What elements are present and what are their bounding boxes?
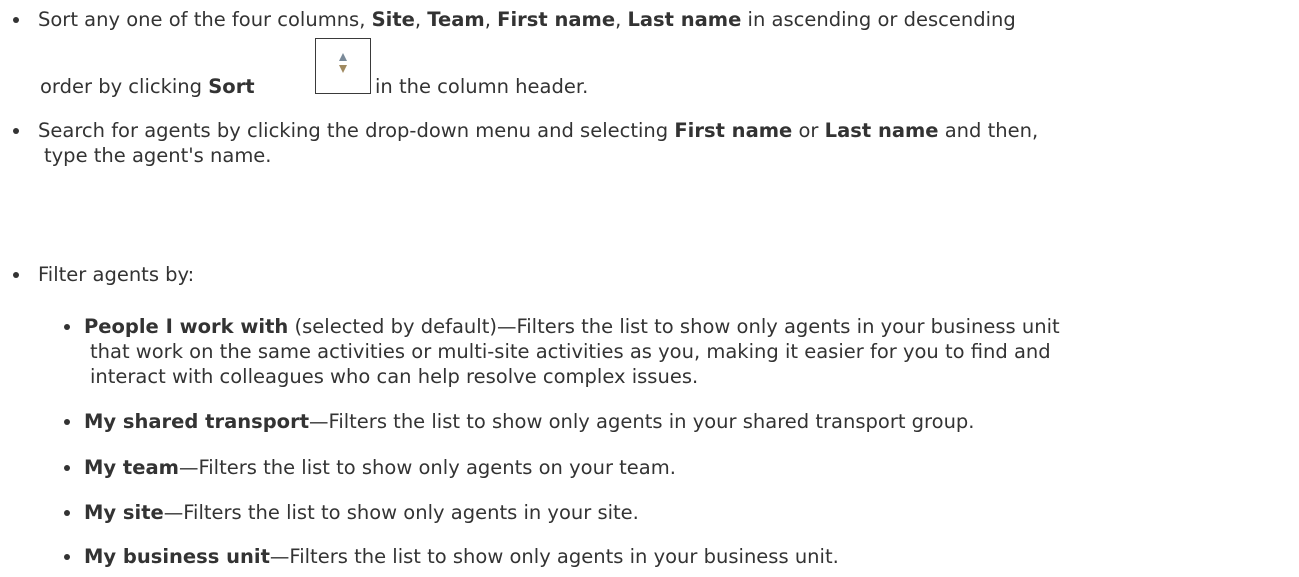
- text: ,: [615, 8, 628, 31]
- text: —Filters the list to show only agents in…: [269, 545, 839, 568]
- text: —Filters the list to show only agents in…: [163, 501, 639, 524]
- sort-instruction-line-2-end: in the column header.: [375, 74, 588, 100]
- sort-button-illustration: [315, 38, 371, 94]
- filter-option-name: My team: [84, 456, 179, 479]
- filter-intro: Filter agents by:: [38, 262, 194, 288]
- text: that work on the same activities or mult…: [90, 340, 1051, 363]
- filter-option-my-site: My site—Filters the list to show only ag…: [84, 500, 639, 526]
- filter-option-people-i-work-with: People I work with (selected by default)…: [84, 314, 1060, 340]
- text: —Filters the list to show only agents in…: [309, 410, 975, 433]
- filter-option-name: My business unit: [84, 545, 270, 568]
- filter-option-people-i-work-with-line-3: interact with colleagues who can help re…: [90, 364, 698, 390]
- sub-bullet-dot: [64, 465, 70, 471]
- sub-bullet-dot: [64, 554, 70, 560]
- text: Search for agents by clicking the drop-d…: [38, 119, 675, 142]
- sub-bullet-dot: [64, 324, 70, 330]
- sub-bullet-dot: [64, 510, 70, 516]
- first-name-term: First name: [674, 119, 793, 142]
- team-term: Team: [427, 8, 485, 31]
- filter-option-name: People I work with: [84, 315, 289, 338]
- filter-option-people-i-work-with-line-2: that work on the same activities or mult…: [90, 339, 1051, 365]
- site-term: Site: [371, 8, 415, 31]
- text: Filter agents by:: [38, 263, 195, 286]
- filter-option-my-business-unit: My business unit—Filters the list to sho…: [84, 544, 839, 570]
- sort-arrows-icon: [339, 53, 347, 73]
- text: in the column header.: [375, 75, 589, 98]
- sort-term: Sort: [208, 75, 255, 98]
- text: ,: [414, 8, 428, 31]
- text: order by clicking: [40, 75, 209, 98]
- text: in ascending or descending: [741, 8, 1016, 31]
- filter-option-name: My shared transport: [84, 410, 310, 433]
- sort-instruction-line-1: Sort any one of the four columns, Site, …: [38, 7, 1016, 33]
- last-name-term: Last name: [824, 119, 939, 142]
- sort-instruction-line-2-start: order by clicking Sort: [40, 74, 255, 100]
- sub-bullet-dot: [64, 419, 70, 425]
- filter-option-my-shared-transport: My shared transport—Filters the list to …: [84, 409, 975, 435]
- text: (selected by default)—Filters the list t…: [288, 315, 1060, 338]
- bullet-dot: [13, 128, 19, 134]
- text: or: [792, 119, 825, 142]
- text: interact with colleagues who can help re…: [90, 365, 699, 388]
- text: and then,: [938, 119, 1039, 142]
- text: Sort any one of the four columns,: [38, 8, 372, 31]
- text: —Filters the list to show only agents on…: [178, 456, 676, 479]
- first-name-term: First name: [497, 8, 616, 31]
- search-instruction-line-1: Search for agents by clicking the drop-d…: [38, 118, 1038, 144]
- filter-option-name: My site: [84, 501, 164, 524]
- filter-option-my-team: My team—Filters the list to show only ag…: [84, 455, 676, 481]
- last-name-term: Last name: [627, 8, 742, 31]
- text: ,: [484, 8, 498, 31]
- text: type the agent's name.: [44, 144, 272, 167]
- search-instruction-line-2: type the agent's name.: [44, 143, 272, 169]
- bullet-dot: [13, 17, 19, 23]
- bullet-dot: [13, 272, 19, 278]
